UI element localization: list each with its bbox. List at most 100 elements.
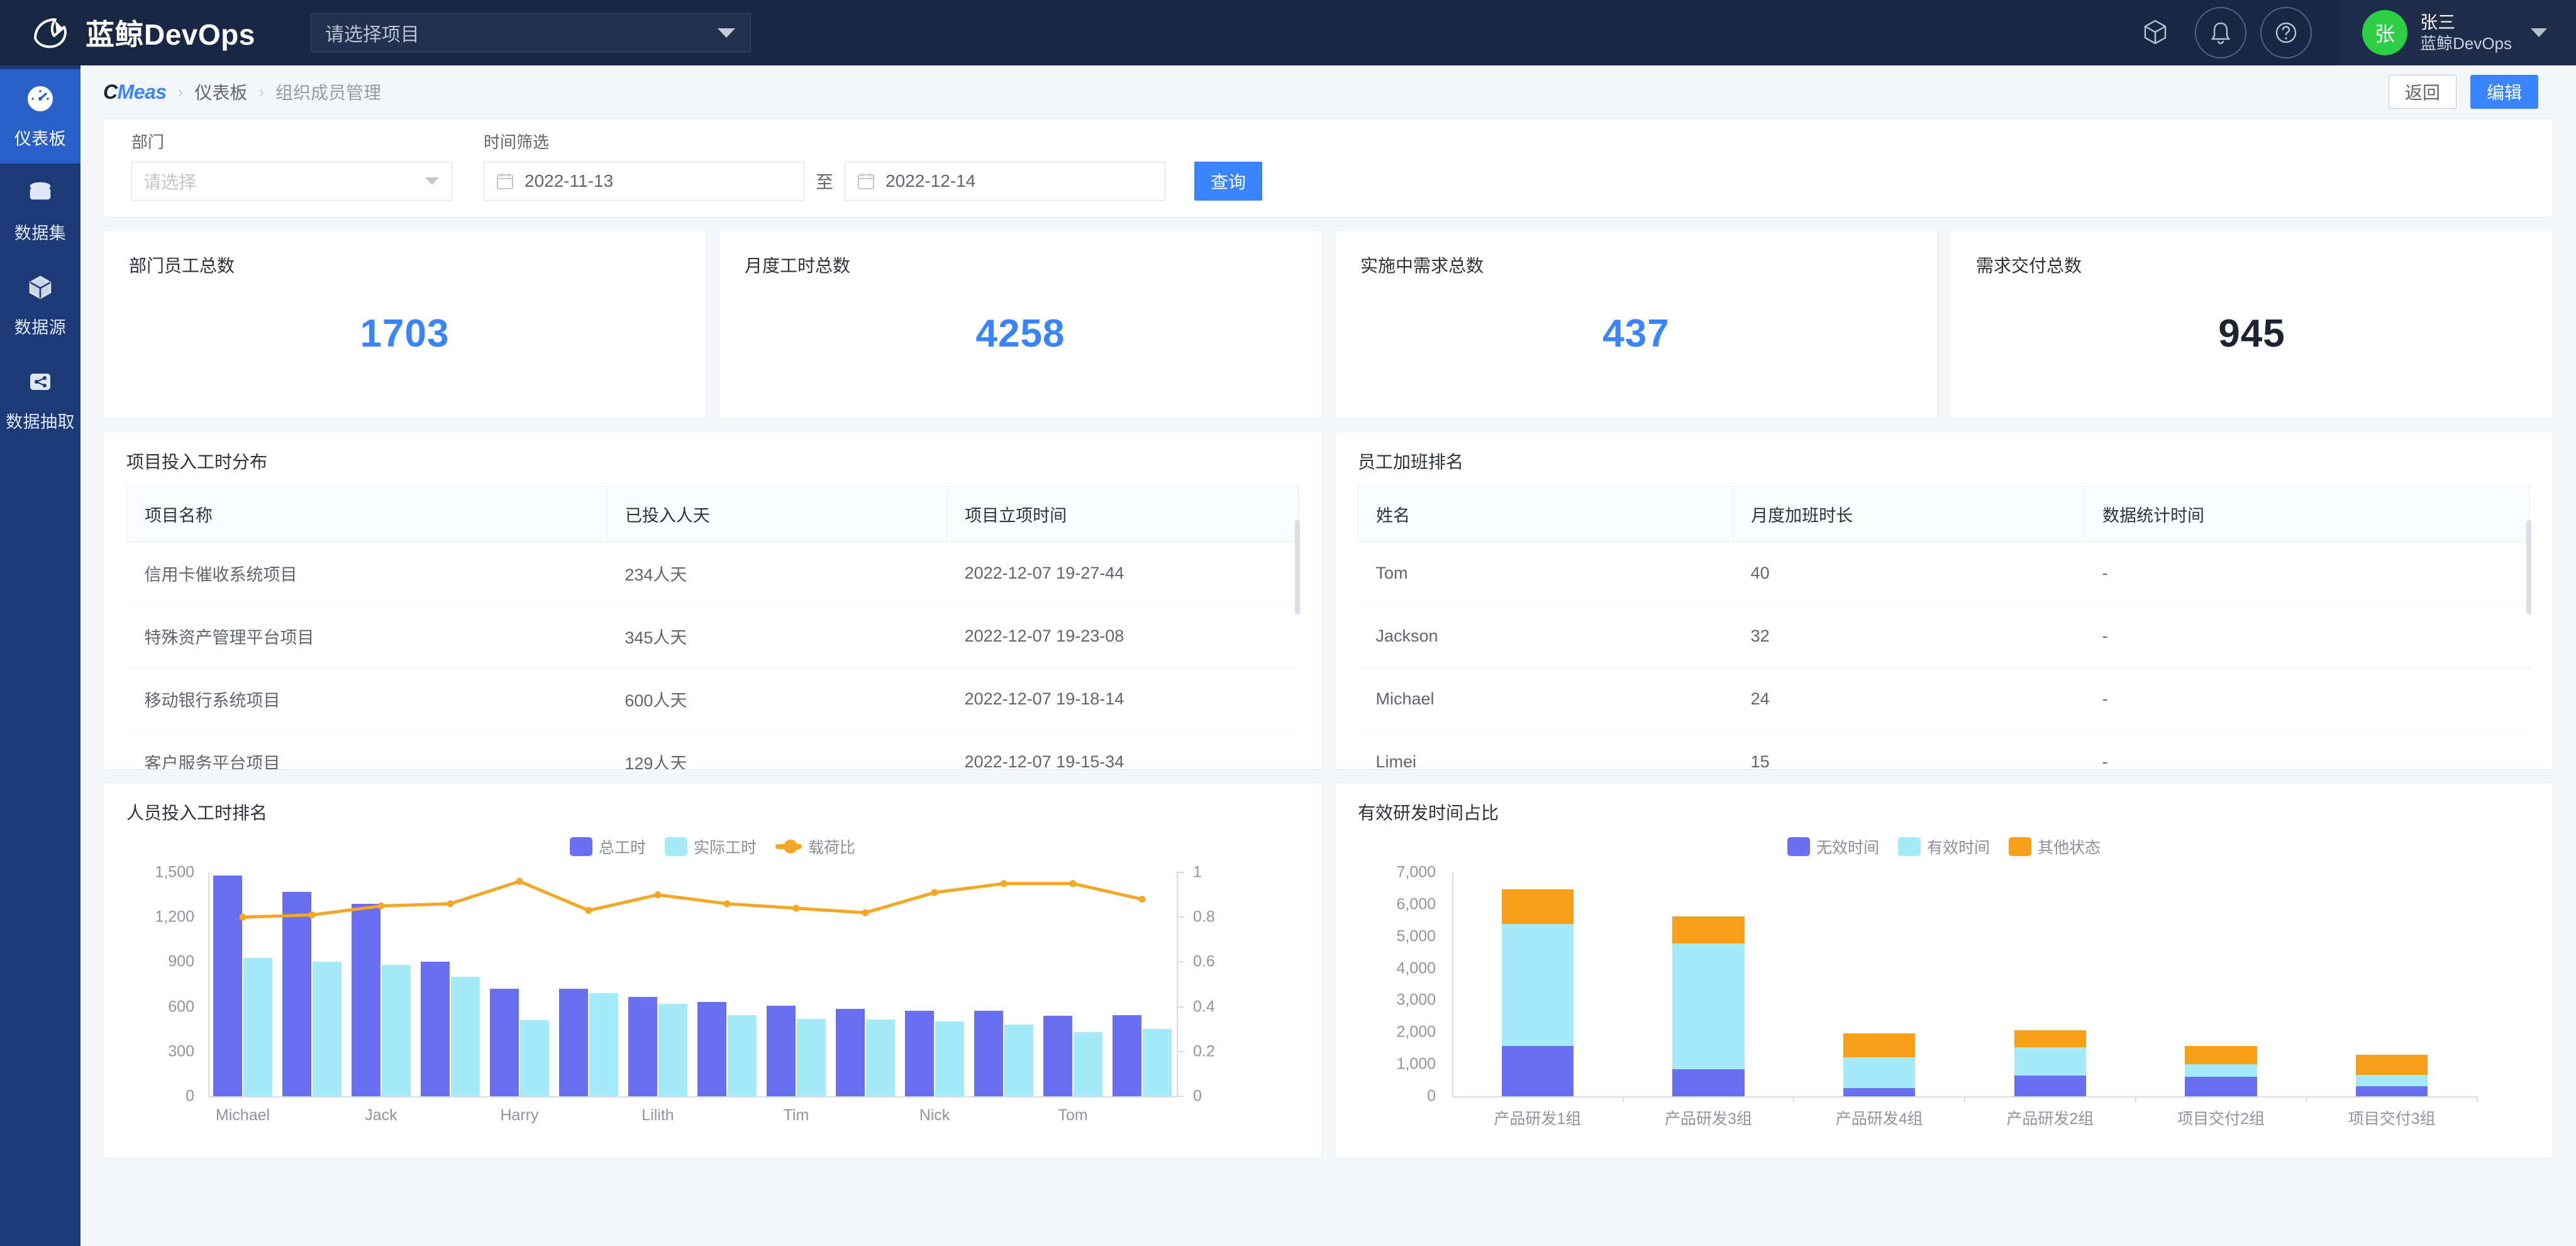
department-select[interactable]: 请选择 bbox=[131, 162, 452, 201]
query-button[interactable]: 查询 bbox=[1194, 162, 1263, 201]
kpi-value: 4258 bbox=[975, 312, 1065, 355]
panel-title: 人员投入工时排名 bbox=[126, 803, 268, 823]
bar-segment-other-status bbox=[1843, 1033, 1916, 1058]
table-row[interactable]: 移动银行系统项目 600人天 2022-12-07 19-18-14 bbox=[126, 667, 1299, 731]
back-button[interactable]: 返回 bbox=[2389, 75, 2457, 109]
stacked-bar-chart[interactable]: 0 1,000 2,000 3,000 4,000 5,000 6,000 7,000 产品研发… bbox=[1358, 864, 2502, 1134]
user-org: 蓝鲸DevOps bbox=[2420, 34, 2512, 53]
sidebar-item-label: 仪表板 bbox=[14, 130, 67, 148]
table-header-row: 姓名 月度加班时长 数据统计时间 bbox=[1357, 486, 2530, 542]
column-header[interactable]: 姓名 bbox=[1357, 486, 1734, 542]
breadcrumb-item-current: 组织成员管理 bbox=[275, 83, 382, 103]
brand-name: 蓝鲸DevOps bbox=[86, 18, 255, 51]
kpi-title: 需求交付总数 bbox=[1976, 256, 2082, 275]
legend-item-other-status[interactable]: 其他状态 bbox=[2009, 835, 2101, 858]
table-row[interactable]: Tom 40 - bbox=[1358, 542, 2530, 605]
end-date-input[interactable]: 2022-12-14 bbox=[845, 162, 1166, 201]
legend-label: 其他状态 bbox=[2038, 839, 2101, 857]
dataset-icon bbox=[25, 177, 56, 212]
workload-ranking-chart-panel: 人员投入工时排名 总工时 实际工时 载荷比 0 300 600 900 1,20… bbox=[103, 782, 1322, 1159]
overtime-ranking-table: 姓名 月度加班时长 数据统计时间 Tom 40 - Jackson 32 - M… bbox=[1357, 486, 2530, 769]
panel-title: 有效研发时间占比 bbox=[1358, 803, 1499, 823]
sidebar-item-label: 数据源 bbox=[14, 318, 67, 337]
x-axis-tickmark bbox=[1793, 1096, 1795, 1102]
legend-swatch bbox=[664, 837, 687, 856]
breadcrumb-separator-icon: › bbox=[258, 82, 265, 101]
brand-logo[interactable]: 蓝鲸DevOps bbox=[30, 12, 255, 53]
calendar-icon bbox=[496, 172, 514, 191]
table-row[interactable]: 客户服务平台项目 129人天 2022-12-07 19-15-34 bbox=[126, 730, 1299, 769]
page-body: CMeas › 仪表板 › 组织成员管理 返回 编辑 部门 请选择 时间筛选 2… bbox=[80, 65, 2576, 1246]
x-axis-tick-label: 产品研发2组 bbox=[2006, 1110, 2094, 1128]
bar-segment-valid-time bbox=[1501, 924, 1574, 1046]
breadcrumb-item-dashboard[interactable]: 仪表板 bbox=[194, 79, 247, 104]
x-axis-tickmark bbox=[1622, 1096, 1624, 1102]
date-range-separator: 至 bbox=[816, 172, 834, 192]
sidebar-item-dashboard[interactable]: 仪表板 bbox=[0, 69, 80, 164]
bar-segment-valid-time bbox=[1672, 943, 1745, 1070]
data-extract-icon bbox=[25, 366, 56, 401]
bar-segment-valid-time bbox=[2014, 1047, 2086, 1076]
grouped-bar-chart[interactable]: 0 300 600 900 1,200 1,500 0 0.2 0.4 0.6 0.8 1 Michae… bbox=[126, 864, 1271, 1134]
legend-item-invalid-time[interactable]: 无效时间 bbox=[1787, 835, 1879, 858]
column-header[interactable]: 项目立项时间 bbox=[947, 486, 1299, 542]
help-icon[interactable] bbox=[2260, 7, 2312, 58]
legend-item-load-ratio[interactable]: 载荷比 bbox=[775, 835, 855, 858]
user-menu[interactable]: 张 张三 蓝鲸DevOps bbox=[2340, 0, 2576, 65]
y-axis-tick-label: 0 bbox=[1427, 1087, 1436, 1105]
chart-legend: 总工时 实际工时 载荷比 bbox=[126, 836, 1299, 857]
column-header[interactable]: 已投入人天 bbox=[607, 486, 948, 542]
legend-item-actual-hours[interactable]: 实际工时 bbox=[664, 835, 757, 858]
bar-segment-other-status bbox=[1672, 916, 1745, 944]
table-row[interactable]: Michael 24 - bbox=[1358, 667, 2530, 731]
table-row[interactable]: 特殊资产管理平台项目 345人天 2022-12-07 19-23-08 bbox=[126, 604, 1299, 668]
edit-button[interactable]: 编辑 bbox=[2470, 75, 2538, 109]
legend-label: 有效时间 bbox=[1926, 839, 1990, 857]
start-date-input[interactable]: 2022-11-13 bbox=[484, 162, 804, 201]
legend-swatch bbox=[1787, 837, 1810, 856]
sidebar-item-datasource[interactable]: 数据源 bbox=[0, 258, 80, 352]
cell-overtime-hours: 24 bbox=[1733, 667, 2085, 731]
x-axis-tickmark bbox=[2306, 1096, 2307, 1102]
table-scrollbar[interactable] bbox=[2526, 520, 2531, 615]
product-logo-meas: Meas bbox=[117, 80, 167, 103]
kpi-title: 月度工时总数 bbox=[745, 256, 851, 275]
x-axis-tick-label: 产品研发4组 bbox=[1835, 1110, 1923, 1128]
column-header[interactable]: 数据统计时间 bbox=[2084, 486, 2530, 542]
cell-overtime-hours: 40 bbox=[1733, 542, 2085, 605]
legend-swatch bbox=[1897, 837, 1921, 856]
column-header[interactable]: 项目名称 bbox=[126, 486, 608, 542]
table-row[interactable]: 信用卡催收系统项目 234人天 2022-12-07 19-27-44 bbox=[126, 542, 1299, 605]
product-logo-text[interactable]: CMeas bbox=[103, 81, 167, 104]
cube-icon[interactable] bbox=[2129, 7, 2181, 58]
cell-name: Limei bbox=[1358, 730, 1733, 769]
project-select[interactable]: 请选择项目 bbox=[310, 13, 751, 52]
time-filter-field: 时间筛选 2022-11-13 至 2022-12-14 查询 bbox=[484, 130, 1263, 201]
y-axis-tick-label: 1,000 bbox=[1396, 1055, 1436, 1073]
legend-label: 总工时 bbox=[598, 839, 646, 857]
project-hours-table: 项目名称 已投入人天 项目立项时间 信用卡催收系统项目 234人天 2022-1… bbox=[126, 486, 1299, 769]
top-header: 蓝鲸DevOps 请选择项目 张 张三 蓝鲸DevOps bbox=[0, 0, 2576, 65]
kpi-card-monthly-hours: 月度工时总数 4258 bbox=[719, 230, 1322, 419]
table-scrollbar[interactable] bbox=[1295, 520, 1300, 615]
whale-logo-icon bbox=[30, 14, 77, 51]
column-header[interactable]: 月度加班时长 bbox=[1733, 486, 2085, 542]
sidebar-item-dataset[interactable]: 数据集 bbox=[0, 164, 80, 258]
x-axis-tickmark bbox=[1964, 1096, 1965, 1102]
kpi-title: 部门员工总数 bbox=[129, 256, 235, 275]
sidebar-item-data-extract[interactable]: 数据抽取 bbox=[0, 352, 80, 447]
load-ratio-line-series bbox=[239, 877, 1146, 921]
bar-segment-invalid-time bbox=[1501, 1045, 1574, 1096]
header-actions: 张 张三 蓝鲸DevOps bbox=[2129, 0, 2576, 65]
time-filter-label: 时间筛选 bbox=[484, 133, 550, 152]
bell-icon[interactable] bbox=[2195, 7, 2247, 58]
department-label: 部门 bbox=[131, 133, 165, 152]
cell-start-time: 2022-12-07 19-18-14 bbox=[947, 667, 1299, 731]
legend-item-valid-time[interactable]: 有效时间 bbox=[1897, 835, 1990, 858]
table-row[interactable]: Jackson 32 - bbox=[1358, 604, 2530, 668]
cell-project-name: 移动银行系统项目 bbox=[126, 667, 608, 731]
x-axis-tickmark bbox=[2135, 1096, 2136, 1102]
legend-item-total-hours[interactable]: 总工时 bbox=[569, 835, 646, 858]
charts-row: 人员投入工时排名 总工时 实际工时 载荷比 0 300 600 900 1,20… bbox=[103, 782, 2553, 1159]
table-row[interactable]: Limei 15 - bbox=[1358, 730, 2530, 769]
